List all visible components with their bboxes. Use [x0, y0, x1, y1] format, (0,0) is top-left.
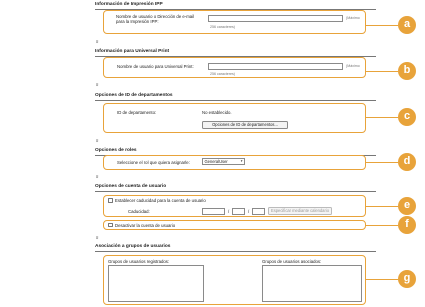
universal-username-label: Nombre de usuario para Universal Print:: [117, 64, 194, 69]
calendar-button[interactable]: Especificar mediante calendario: [268, 207, 332, 215]
ipp-username-label: Nombre de usuario o Dirección de e-mail …: [116, 14, 195, 25]
department-id-value: No establecido.: [202, 110, 232, 115]
chevron-down-icon: ▾: [240, 159, 243, 163]
anchor-icon: ⌆: [95, 138, 100, 144]
anchor-icon: ⌆: [95, 82, 100, 88]
callout-badge-e: e: [398, 197, 416, 215]
registered-groups-list[interactable]: [108, 265, 204, 302]
section-title-account: Opciones de cuenta de usuario: [95, 184, 167, 189]
department-id-settings-button[interactable]: Opciones de ID de departamentos...: [202, 121, 288, 129]
user-settings-page: Información de Impresión IPP Nombre de u…: [90, 0, 380, 307]
callout-badge-f: f: [398, 216, 416, 234]
department-id-label: ID de departamento:: [117, 110, 157, 115]
expiry-checkbox-label: Establecer caducidad para la cuenta de u…: [115, 198, 206, 203]
role-select-value: GeneralUser: [204, 159, 228, 164]
expiry-year-input[interactable]: [202, 208, 225, 215]
role-select-label: Seleccione el rol que quiera asignarle:: [117, 160, 190, 165]
divider: [95, 99, 376, 101]
ipp-max-note: (Máximo: [346, 16, 360, 20]
ipp-chars-note: 256 caracteres): [210, 25, 235, 29]
callout-badge-a: a: [398, 16, 416, 34]
callout-line-g: [366, 279, 398, 281]
section-title-department-id: Opciones de ID de departamentos: [95, 93, 173, 98]
callout-badge-c: c: [398, 108, 416, 126]
deactivate-checkbox[interactable]: [108, 222, 113, 227]
section-title-groups: Asociación a grupos de usuarios: [95, 244, 171, 249]
section-title-roles: Opciones de roles: [95, 148, 137, 153]
callout-line-c: [366, 117, 398, 119]
role-select[interactable]: GeneralUser ▾: [202, 158, 245, 165]
anchor-icon: ⌆: [95, 174, 100, 180]
universal-max-note: (Máximo: [346, 64, 360, 68]
anchor-icon: ⌆: [95, 235, 100, 241]
expiry-month-input[interactable]: [232, 208, 245, 215]
date-separator: /: [228, 209, 230, 214]
section-title-universal-print: Información para Universal Print: [95, 49, 170, 54]
registered-groups-label: Grupos de usuarios registrados:: [108, 259, 170, 264]
expiry-checkbox[interactable]: [108, 198, 113, 203]
callout-line-a: [366, 25, 398, 27]
expiry-label: Caducidad:: [128, 209, 150, 214]
callout-badge-b: b: [398, 62, 416, 80]
ipp-username-input[interactable]: [208, 15, 343, 22]
deactivate-account-label: Desactivar la cuenta de usuario: [115, 222, 176, 228]
callout-line-d: [366, 162, 398, 164]
callout-badge-g: g: [398, 270, 416, 288]
callout-line-b: [366, 71, 398, 73]
date-separator: /: [248, 209, 250, 214]
anchor-icon: ⌆: [95, 39, 100, 45]
callout-badge-d: d: [398, 153, 416, 171]
associated-groups-label: Grupos de usuarios asociados:: [262, 259, 322, 264]
universal-username-input[interactable]: [208, 63, 343, 70]
callout-line-f: [366, 225, 398, 227]
universal-chars-note: 256 caracteres): [210, 72, 235, 76]
callout-line-e: [366, 206, 398, 208]
divider: [95, 250, 376, 252]
expiry-day-input[interactable]: [252, 208, 265, 215]
associated-groups-list[interactable]: [262, 265, 362, 302]
section-title-ipp: Información de Impresión IPP: [95, 2, 163, 7]
divider: [95, 190, 376, 192]
